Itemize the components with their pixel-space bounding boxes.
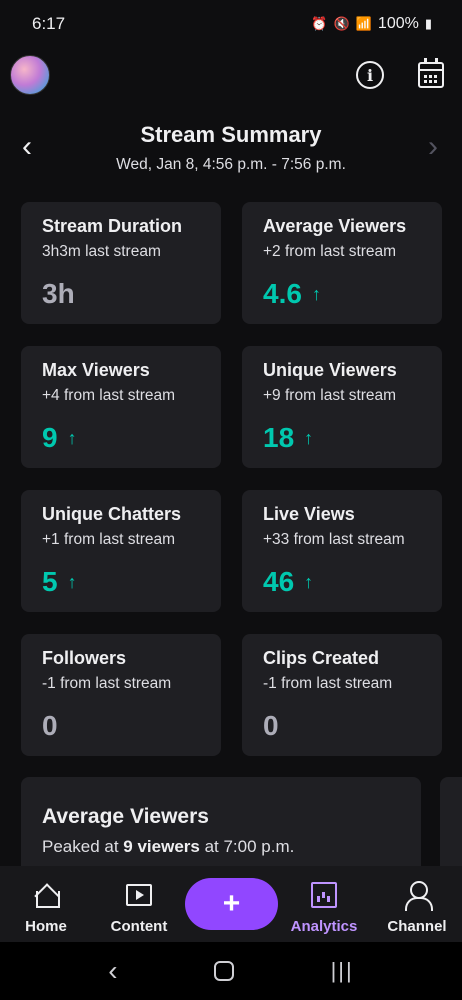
- value-text: 46: [263, 566, 295, 597]
- card-unique-viewers[interactable]: Unique Viewers +9 from last stream 18 ↑: [242, 346, 442, 468]
- card-value: 0: [263, 710, 279, 742]
- card-title: Unique Chatters: [42, 504, 182, 524]
- person-icon: [404, 881, 433, 911]
- card-subtitle: +1 from last stream: [42, 531, 176, 548]
- card-title: Followers: [42, 648, 127, 668]
- arrow-up-icon: ↑: [311, 283, 321, 304]
- card-average-viewers[interactable]: Average Viewers +2 from last stream 4.6 ↑: [242, 202, 442, 324]
- arrow-up-icon: ↑: [304, 427, 314, 448]
- card-title: Stream Duration: [42, 216, 183, 236]
- card-max-viewers[interactable]: Max Viewers +4 from last stream 9 ↑: [21, 346, 221, 468]
- nav-label: Content: [110, 918, 168, 935]
- nav-label: Home: [25, 918, 67, 935]
- card-title: Max Viewers: [42, 360, 150, 380]
- battery-percent: 100%: [377, 15, 419, 32]
- value-text: 18: [263, 422, 295, 453]
- mute-icon: 🔇: [333, 16, 350, 31]
- card-title: Unique Viewers: [263, 360, 397, 380]
- value-text: 3h: [42, 278, 75, 309]
- arrow-up-icon: ↑: [67, 427, 77, 448]
- card-subtitle: +33 from last stream: [263, 531, 405, 548]
- status-icons: ⏰ 🔇 📶 100% ▮: [311, 15, 432, 33]
- value-text: 4.6: [263, 278, 302, 309]
- value-text: 0: [263, 710, 279, 741]
- calendar-icon[interactable]: [418, 58, 444, 88]
- value-text: 9: [42, 422, 58, 453]
- card-value: 9 ↑: [42, 422, 77, 454]
- system-nav: ‹ |||: [0, 942, 462, 1000]
- card-value: 5 ↑: [42, 566, 77, 598]
- wifi-icon: 📶: [355, 16, 372, 31]
- nav-analytics[interactable]: Analytics: [288, 866, 360, 942]
- card-value: 3h: [42, 278, 75, 310]
- top-bar: i: [0, 52, 462, 98]
- avatar[interactable]: [10, 55, 50, 95]
- peak-prefix: Peaked at: [42, 837, 124, 856]
- nav-content[interactable]: Content: [104, 866, 174, 942]
- card-title: Average Viewers: [263, 216, 407, 236]
- card-subtitle: -1 from last stream: [42, 675, 172, 692]
- card-value: 4.6 ↑: [263, 278, 321, 310]
- average-viewers-panel[interactable]: Average Viewers Peaked at 9 viewers at 7…: [21, 777, 421, 877]
- card-subtitle: 3h3m last stream: [42, 243, 161, 260]
- stream-date-range: Wed, Jan 8, 4:56 p.m. - 7:56 p.m.: [116, 156, 346, 173]
- content-icon: [126, 884, 152, 906]
- status-bar: 6:17 ⏰ 🔇 📶 100% ▮: [0, 0, 462, 48]
- status-time: 6:17: [32, 14, 66, 33]
- card-value: 0: [42, 710, 58, 742]
- arrow-up-icon: ↑: [304, 571, 314, 592]
- home-icon: [34, 884, 60, 908]
- card-stream-duration[interactable]: Stream Duration 3h3m last stream 3h: [21, 202, 221, 324]
- nav-home[interactable]: Home: [20, 866, 72, 942]
- card-value: 18 ↑: [263, 422, 313, 454]
- card-subtitle: +2 from last stream: [263, 243, 397, 260]
- card-subtitle: -1 from last stream: [263, 675, 393, 692]
- info-icon[interactable]: i: [356, 61, 384, 89]
- panel-title: Average Viewers: [42, 805, 209, 828]
- card-subtitle: +4 from last stream: [42, 387, 176, 404]
- card-clips-created[interactable]: Clips Created -1 from last stream 0: [242, 634, 442, 756]
- chevron-right-icon[interactable]: ›: [428, 132, 438, 162]
- card-title: Clips Created: [263, 648, 380, 668]
- alarm-icon: ⏰: [311, 16, 328, 31]
- nav-label: Analytics: [290, 918, 358, 935]
- value-text: 5: [42, 566, 58, 597]
- panel-subtitle: Peaked at 9 viewers at 7:00 p.m.: [42, 837, 421, 857]
- bottom-nav: Home Content + Analytics Channel: [0, 866, 462, 942]
- next-panel-peek[interactable]: [440, 777, 462, 877]
- home-button-icon[interactable]: [214, 961, 235, 981]
- back-icon[interactable]: ‹: [108, 955, 117, 987]
- analytics-icon: [311, 882, 337, 908]
- card-title: Live Views: [263, 504, 355, 524]
- card-live-views[interactable]: Live Views +33 from last stream 46 ↑: [242, 490, 442, 612]
- card-value: 46 ↑: [263, 566, 313, 598]
- peak-suffix: at 7:00 p.m.: [199, 837, 295, 856]
- arrow-up-icon: ↑: [67, 571, 77, 592]
- card-followers[interactable]: Followers -1 from last stream 0: [21, 634, 221, 756]
- value-text: 0: [42, 710, 58, 741]
- nav-channel[interactable]: Channel: [384, 866, 450, 942]
- page-title: Stream Summary: [140, 122, 322, 147]
- summary-header: ‹ Stream Summary Wed, Jan 8, 4:56 p.m. -…: [0, 118, 462, 182]
- card-unique-chatters[interactable]: Unique Chatters +1 from last stream 5 ↑: [21, 490, 221, 612]
- recent-apps-icon[interactable]: |||: [331, 958, 354, 984]
- add-button[interactable]: +: [185, 878, 278, 930]
- peak-value: 9 viewers: [123, 837, 200, 856]
- card-subtitle: +9 from last stream: [263, 387, 397, 404]
- battery-icon: ▮: [424, 16, 432, 31]
- nav-label: Channel: [387, 918, 447, 935]
